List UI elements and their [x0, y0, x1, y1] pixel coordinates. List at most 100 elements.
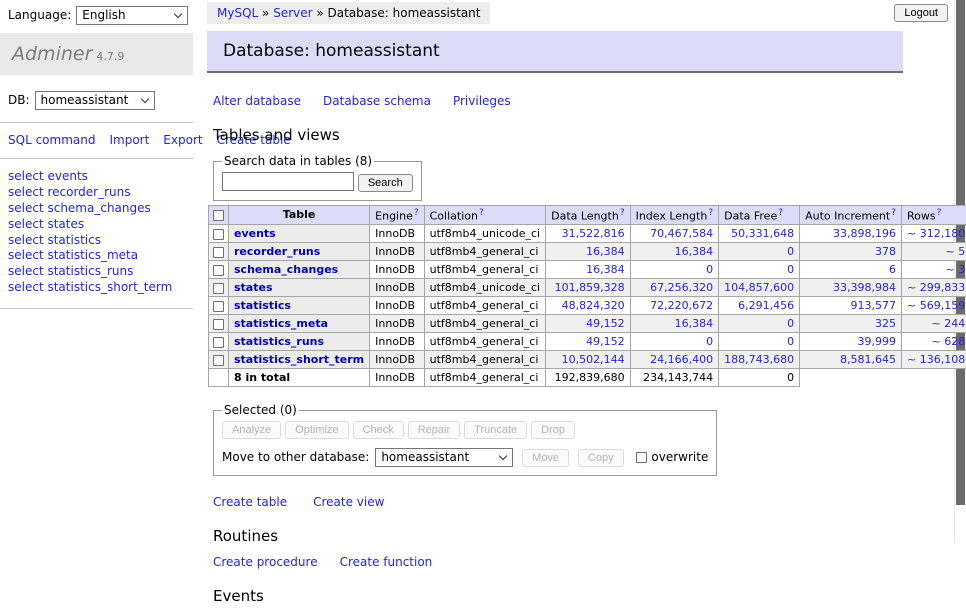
truncate-button[interactable]: Truncate: [464, 421, 527, 439]
row-checkbox[interactable]: [213, 247, 224, 258]
data-length-link[interactable]: 101,859,328: [555, 281, 625, 294]
index-length-link[interactable]: 67,256,320: [650, 281, 713, 294]
help-link[interactable]: ?: [778, 208, 783, 218]
index-length-link[interactable]: 70,467,584: [650, 227, 713, 240]
data-length-link[interactable]: 31,522,816: [562, 227, 625, 240]
link-create-function[interactable]: Create function: [340, 555, 433, 569]
auto-increment-link[interactable]: 6: [889, 263, 896, 276]
move-button[interactable]: Move: [522, 449, 569, 467]
table-link-states[interactable]: states: [234, 281, 273, 294]
data-free-link[interactable]: 104,857,600: [724, 281, 794, 294]
sidebar-link-select-statistics-runs[interactable]: select statistics_runs: [8, 264, 185, 280]
data-length-link[interactable]: 16,384: [586, 263, 625, 276]
sidebar-link-select-statistics[interactable]: select statistics: [8, 233, 185, 249]
rows-link[interactable]: ~ 3: [945, 263, 965, 276]
help-link[interactable]: ?: [891, 208, 896, 218]
overwrite-checkbox[interactable]: [636, 452, 647, 463]
index-length-link[interactable]: 0: [706, 263, 713, 276]
row-checkbox[interactable]: [213, 229, 224, 240]
breadcrumb-link-server[interactable]: Server: [273, 6, 312, 20]
index-length-link[interactable]: 0: [706, 335, 713, 348]
auto-increment-link[interactable]: 8,581,645: [840, 353, 896, 366]
data-free-link[interactable]: 0: [787, 263, 794, 276]
index-length-link[interactable]: 16,384: [675, 317, 714, 330]
link-create-procedure[interactable]: Create procedure: [213, 555, 318, 569]
data-free-link[interactable]: 188,743,680: [724, 353, 794, 366]
help-link[interactable]: ?: [414, 208, 419, 218]
table-link-events[interactable]: events: [234, 227, 276, 240]
data-free-link[interactable]: 50,331,648: [731, 227, 794, 240]
language-select[interactable]: English: [76, 6, 188, 25]
breadcrumb-link-mysql[interactable]: MySQL: [217, 6, 258, 20]
data-free-link[interactable]: 0: [787, 335, 794, 348]
search-button[interactable]: Search: [358, 174, 413, 192]
repair-button[interactable]: Repair: [408, 421, 460, 439]
sidebar-link-select-recorder-runs[interactable]: select recorder_runs: [8, 185, 185, 201]
data-free-link[interactable]: 6,291,456: [738, 299, 794, 312]
analyze-button[interactable]: Analyze: [222, 421, 281, 439]
optimize-button[interactable]: Optimize: [285, 421, 348, 439]
auto-increment-link[interactable]: 33,898,196: [833, 227, 896, 240]
rows-link[interactable]: ~ 299,833: [907, 281, 965, 294]
sidebar-action-import[interactable]: Import: [109, 133, 149, 147]
db-label: DB:: [8, 93, 30, 107]
help-link[interactable]: ?: [620, 208, 625, 218]
rows-link[interactable]: ~ 5: [945, 245, 965, 258]
row-checkbox[interactable]: [213, 283, 224, 294]
sidebar-action-sql-command[interactable]: SQL command: [8, 133, 95, 147]
table-link-statistics-runs[interactable]: statistics_runs: [234, 335, 324, 348]
help-link[interactable]: ?: [937, 208, 942, 218]
row-checkbox[interactable]: [213, 265, 224, 276]
sidebar-link-select-statistics-meta[interactable]: select statistics_meta: [8, 248, 185, 264]
data-length-link[interactable]: 49,152: [586, 335, 625, 348]
rows-link[interactable]: ~ 569,159: [907, 299, 965, 312]
sidebar-link-select-statistics-short-term[interactable]: select statistics_short_term: [8, 280, 185, 296]
sidebar-link-select-states[interactable]: select states: [8, 217, 185, 233]
rows-link[interactable]: ~ 136,108: [907, 353, 965, 366]
index-length-link[interactable]: 24,166,400: [650, 353, 713, 366]
table-link-statistics-meta[interactable]: statistics_meta: [234, 317, 328, 330]
index-length-link[interactable]: 16,384: [675, 245, 714, 258]
copy-button[interactable]: Copy: [578, 449, 624, 467]
link-create-view[interactable]: Create view: [313, 495, 384, 509]
select-all-checkbox[interactable]: [213, 210, 224, 221]
row-checkbox[interactable]: [213, 337, 224, 348]
auto-increment-link[interactable]: 33,398,984: [833, 281, 896, 294]
data-length-link[interactable]: 16,384: [586, 245, 625, 258]
data-free-link[interactable]: 0: [787, 317, 794, 330]
data-length-link[interactable]: 10,502,144: [562, 353, 625, 366]
row-checkbox[interactable]: [213, 355, 224, 366]
link-alter-database[interactable]: Alter database: [213, 94, 301, 108]
help-link[interactable]: ?: [479, 208, 484, 218]
check-button[interactable]: Check: [353, 421, 404, 439]
engine-cell: InnoDB: [370, 351, 424, 369]
table-link-schema-changes[interactable]: schema_changes: [234, 263, 338, 276]
db-select[interactable]: homeassistant: [35, 91, 155, 110]
data-free-link[interactable]: 0: [787, 245, 794, 258]
link-database-schema[interactable]: Database schema: [323, 94, 431, 108]
auto-increment-link[interactable]: 378: [875, 245, 896, 258]
sidebar-action-export[interactable]: Export: [163, 133, 202, 147]
auto-increment-link[interactable]: 39,999: [858, 335, 897, 348]
auto-increment-link[interactable]: 913,577: [851, 299, 897, 312]
search-input[interactable]: [222, 172, 354, 191]
rows-link[interactable]: ~ 312,180: [907, 227, 965, 240]
row-checkbox[interactable]: [213, 301, 224, 312]
drop-button[interactable]: Drop: [531, 421, 575, 439]
help-link[interactable]: ?: [708, 208, 713, 218]
data-length-link[interactable]: 48,824,320: [562, 299, 625, 312]
row-checkbox[interactable]: [213, 319, 224, 330]
index-length-link[interactable]: 72,220,672: [650, 299, 713, 312]
table-link-statistics[interactable]: statistics: [234, 299, 291, 312]
table-link-statistics-short-term[interactable]: statistics_short_term: [234, 353, 364, 366]
sidebar-link-select-schema-changes[interactable]: select schema_changes: [8, 201, 185, 217]
link-privileges[interactable]: Privileges: [453, 94, 511, 108]
sidebar-link-select-events[interactable]: select events: [8, 169, 185, 185]
move-db-select[interactable]: homeassistant: [375, 448, 513, 467]
auto-increment-link[interactable]: 325: [875, 317, 896, 330]
rows-link[interactable]: ~ 244: [931, 317, 965, 330]
table-link-recorder-runs[interactable]: recorder_runs: [234, 245, 320, 258]
data-length-link[interactable]: 49,152: [586, 317, 625, 330]
rows-link[interactable]: ~ 628: [931, 335, 965, 348]
link-create-table[interactable]: Create table: [213, 495, 287, 509]
